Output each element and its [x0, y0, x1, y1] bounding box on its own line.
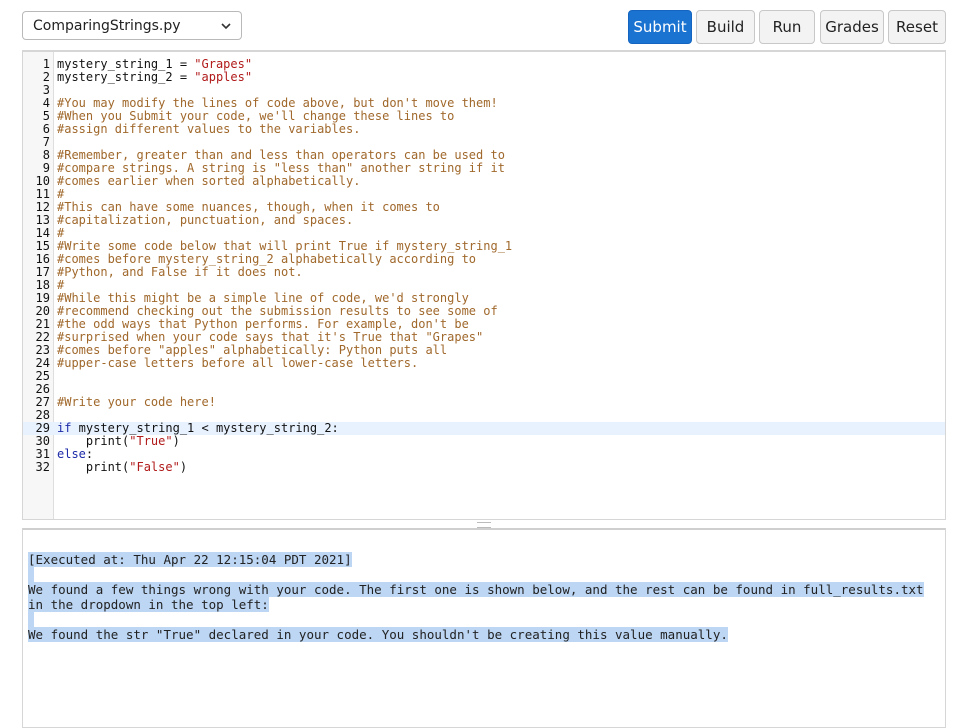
comment-token: #Write your code here! — [57, 395, 216, 409]
selection-gap — [28, 612, 34, 627]
code-token: ) — [179, 460, 188, 474]
comment-token: #recommend checking out the submission r… — [57, 304, 498, 318]
comment-token: #upper-case letters before all lower-cas… — [57, 356, 419, 370]
comment-token: #Write some code below that will print T… — [57, 239, 513, 253]
comment-token: #Remember, greater than and less than op… — [57, 148, 505, 162]
string-token: "True" — [129, 434, 173, 448]
comment-token: # — [57, 278, 65, 292]
comment-token: #capitalization, punctuation, and spaces… — [57, 213, 354, 227]
chevron-down-icon — [221, 22, 231, 29]
comment-token: #While this might be a simple line of co… — [57, 291, 469, 305]
comment-token: #comes earlier when sorted alphabeticall… — [57, 174, 361, 188]
code-text: #upper-case letters before all lower-cas… — [57, 357, 418, 370]
code-text: #Python, and False if it does not. — [57, 266, 303, 279]
code-token: print( — [57, 434, 130, 448]
code-text: #capitalization, punctuation, and spaces… — [57, 214, 353, 227]
comment-token: #surprised when your code says that it's… — [57, 330, 484, 344]
code-line[interactable]: 6 #assign different values to the variabl… — [23, 123, 945, 136]
code-line[interactable]: 17 #Python, and False if it does not. — [23, 266, 945, 279]
submit-button[interactable]: Submit — [628, 10, 692, 44]
line-number: 32 — [35, 460, 50, 474]
comment-token: #You may modify the lines of code above,… — [57, 96, 498, 110]
comment-token: #Python, and False if it does not. — [57, 265, 303, 279]
pane-resize-handle[interactable] — [22, 520, 946, 528]
code-text: #Write your code here! — [57, 396, 216, 409]
file-select-value: ComparingStrings.py — [33, 17, 181, 34]
code-token: ) — [172, 434, 180, 448]
comment-token: # — [57, 226, 65, 240]
code-line[interactable]: 24 #upper-case letters before all lower-c… — [23, 357, 945, 370]
keyword-token: if — [57, 421, 72, 435]
keyword-token: else — [57, 447, 86, 461]
grades-button[interactable]: Grades — [820, 10, 884, 44]
file-select-dropdown[interactable]: ComparingStrings.py — [22, 11, 242, 40]
error-detail-message: We found the str "True" declared in your… — [28, 627, 728, 642]
code-token: : — [85, 447, 94, 461]
comment-token: # — [57, 187, 65, 201]
code-line[interactable]: 10 #comes earlier when sorted alphabetica… — [23, 175, 945, 188]
executed-timestamp: [Executed at: Thu Apr 22 12:15:04 PDT 20… — [28, 552, 352, 567]
string-token: "False" — [129, 460, 180, 474]
comment-token: #compare strings. A string is "less than… — [57, 161, 505, 175]
code-line[interactable]: 32 print("False") — [23, 461, 945, 474]
comment-token: #comes before mystery_string_2 alphabeti… — [57, 252, 477, 266]
comment-token: #comes before "apples" alphabetically: P… — [57, 343, 448, 357]
output-console: [Executed at: Thu Apr 22 12:15:04 PDT 20… — [22, 528, 946, 728]
build-button[interactable]: Build — [696, 10, 755, 44]
code-token: mystery_string_1 < mystery_string_2: — [71, 421, 339, 435]
code-text: #comes earlier when sorted alphabeticall… — [57, 175, 360, 188]
selection-gap — [28, 567, 34, 582]
code-line[interactable]: 13 #capitalization, punctuation, and spac… — [23, 214, 945, 227]
code-text: #assign different values to the variable… — [57, 123, 360, 136]
code-token: print( — [57, 460, 130, 474]
comment-token: #This can have some nuances, though, whe… — [57, 200, 440, 214]
code-token: mystery_string_2 = — [57, 70, 195, 84]
code-lines: 1 mystery_string_1 = "Grapes" 2 mystery_str… — [23, 58, 945, 474]
string-token: "Grapes" — [194, 57, 253, 71]
code-line[interactable]: 2 mystery_string_2 = "apples" — [23, 71, 945, 84]
code-line[interactable]: 30 print("True") — [23, 435, 945, 448]
code-line[interactable]: 27 #Write your code here! — [23, 396, 945, 409]
comment-token: #When you Submit your code, we'll change… — [57, 109, 455, 123]
code-line[interactable]: 25 — [23, 370, 945, 383]
run-button[interactable]: Run — [759, 10, 815, 44]
code-token: mystery_string_1 = — [57, 57, 195, 71]
reset-button[interactable]: Reset — [888, 10, 946, 44]
code-editor[interactable]: 1 mystery_string_1 = "Grapes" 2 mystery_str… — [22, 50, 946, 520]
comment-token: #assign different values to the variable… — [57, 122, 361, 136]
error-summary-message: We found a few things wrong with your co… — [28, 582, 924, 612]
code-text: print("False") — [57, 461, 187, 474]
string-token: "apples" — [194, 70, 253, 84]
comment-token: #the odd ways that Python performs. For … — [57, 317, 469, 331]
code-text: mystery_string_2 = "apples" — [57, 71, 252, 84]
